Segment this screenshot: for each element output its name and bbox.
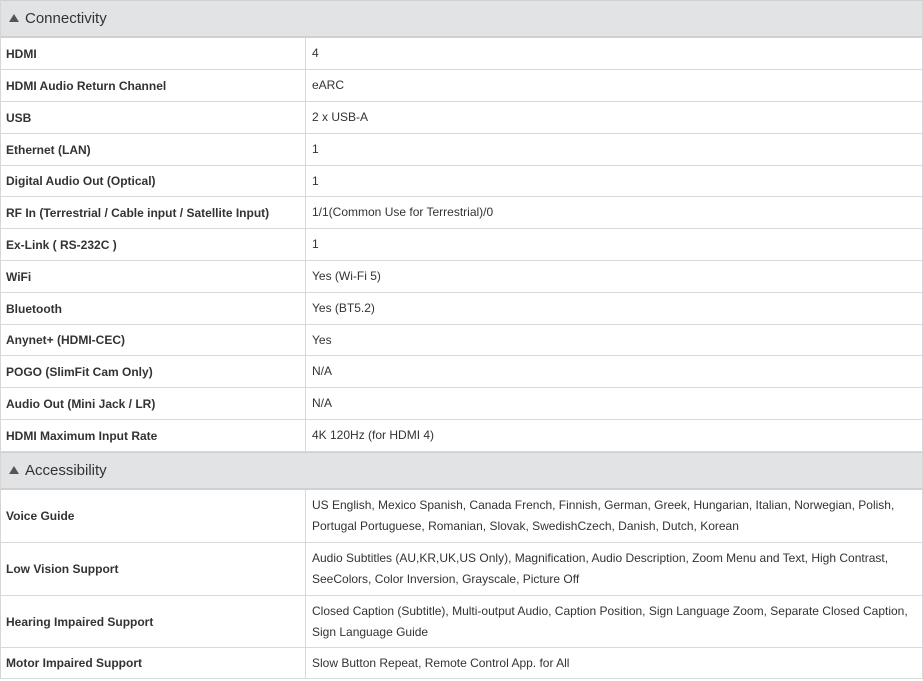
table-row: RF In (Terrestrial / Cable input / Satel… — [1, 197, 922, 229]
spec-label: HDMI Audio Return Channel — [1, 70, 306, 101]
table-row: HDMI Audio Return Channel eARC — [1, 70, 922, 102]
spec-value: 2 x USB-A — [312, 110, 369, 124]
spec-label: Audio Out (Mini Jack / LR) — [1, 388, 306, 419]
spec-value: 1 — [312, 237, 319, 251]
table-row: HDMI Maximum Input Rate 4K 120Hz (for HD… — [1, 420, 922, 452]
spec-value: eARC — [312, 78, 345, 92]
table-row: Voice Guide US English, Mexico Spanish, … — [1, 490, 922, 543]
spec-label: Digital Audio Out (Optical) — [1, 166, 306, 196]
table-row: Bluetooth Yes (BT5.2) — [1, 293, 922, 325]
spec-label: Anynet+ (HDMI-CEC) — [1, 325, 306, 355]
spec-label: Voice Guide — [1, 490, 306, 542]
table-row: Anynet+ (HDMI-CEC) Yes — [1, 325, 922, 356]
spec-label: WiFi — [1, 261, 306, 292]
spec-value: Yes (BT5.2) — [312, 301, 375, 315]
spec-value: Yes — [312, 332, 332, 347]
section-header-accessibility[interactable]: Accessibility — [1, 452, 922, 490]
triangle-up-icon — [9, 466, 19, 474]
spec-label: Motor Impaired Support — [1, 648, 306, 678]
table-row: Hearing Impaired Support Closed Caption … — [1, 596, 922, 648]
spec-value: 1/1(Common Use for Terrestrial)/0 — [312, 205, 494, 219]
spec-value: Closed Caption (Subtitle), Multi-output … — [312, 603, 908, 639]
table-row: WiFi Yes (Wi-Fi 5) — [1, 261, 922, 293]
spec-value: Audio Subtitles (AU,KR,UK,US Only), Magn… — [312, 551, 889, 586]
spec-label: USB — [1, 102, 306, 133]
table-row: HDMI 4 — [1, 38, 922, 70]
table-row: Ethernet (LAN) 1 — [1, 134, 922, 166]
spec-value: 1 — [312, 142, 319, 156]
spec-value: Slow Button Repeat, Remote Control App. … — [312, 655, 570, 670]
spec-label: Low Vision Support — [1, 543, 306, 595]
spec-value: 4 — [312, 46, 319, 60]
table-row: Digital Audio Out (Optical) 1 — [1, 166, 922, 197]
table-row: POGO (SlimFit Cam Only) N/A — [1, 356, 922, 388]
table-row: Low Vision Support Audio Subtitles (AU,K… — [1, 543, 922, 596]
spec-value: 4K 120Hz (for HDMI 4) — [312, 428, 435, 442]
spec-value: N/A — [312, 364, 333, 378]
spec-label: Bluetooth — [1, 293, 306, 324]
spec-label: RF In (Terrestrial / Cable input / Satel… — [1, 197, 306, 228]
table-row: Audio Out (Mini Jack / LR) N/A — [1, 388, 922, 420]
spec-label: Ethernet (LAN) — [1, 134, 306, 165]
spec-label: HDMI Maximum Input Rate — [1, 420, 306, 451]
spec-label: POGO (SlimFit Cam Only) — [1, 356, 306, 387]
spec-label: HDMI — [1, 38, 306, 69]
table-row: Ex-Link ( RS-232C ) 1 — [1, 229, 922, 261]
table-row: Motor Impaired Support Slow Button Repea… — [1, 648, 922, 679]
spec-label: Ex-Link ( RS-232C ) — [1, 229, 306, 260]
section-title: Connectivity — [25, 10, 107, 27]
section-title: Accessibility — [25, 462, 107, 479]
spec-table: Connectivity HDMI 4 HDMI Audio Return Ch… — [0, 0, 923, 679]
spec-value: Yes (Wi-Fi 5) — [312, 269, 381, 283]
spec-label: Hearing Impaired Support — [1, 596, 306, 647]
section-header-connectivity[interactable]: Connectivity — [1, 0, 922, 38]
spec-value: US English, Mexico Spanish, Canada Frenc… — [312, 498, 895, 533]
table-row: USB 2 x USB-A — [1, 102, 922, 134]
spec-value: 1 — [312, 173, 319, 188]
triangle-up-icon — [9, 14, 19, 22]
spec-value: N/A — [312, 396, 333, 410]
